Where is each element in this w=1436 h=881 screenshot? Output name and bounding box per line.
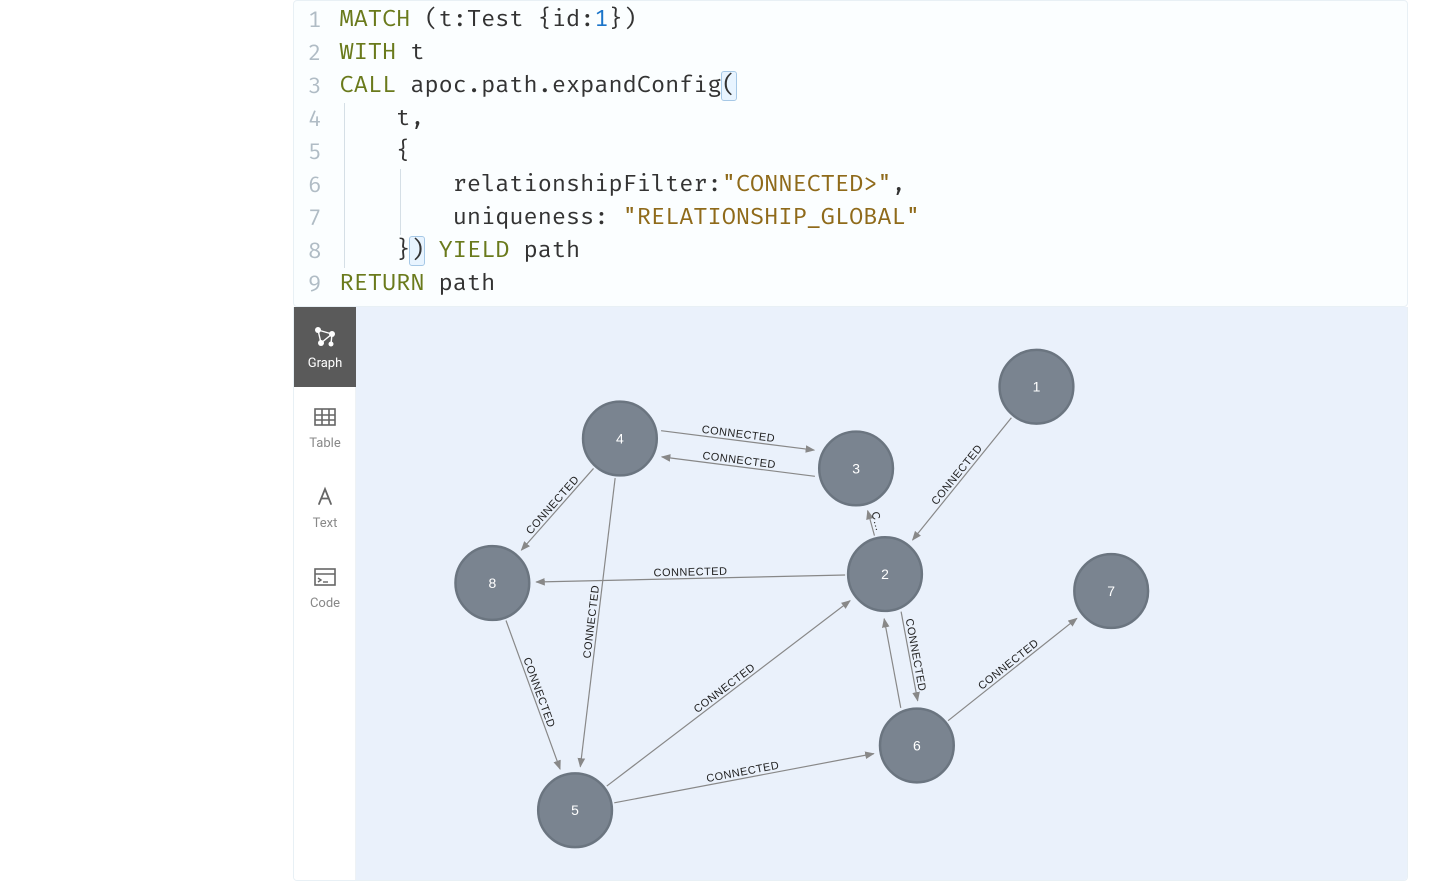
tab-code[interactable]: Code xyxy=(294,547,356,627)
graph-icon xyxy=(312,324,338,350)
graph-edge-label: CONNECTED xyxy=(653,566,727,580)
graph-edge-label: CONNECTED xyxy=(903,618,928,693)
result-tabs: Graph Table xyxy=(294,307,356,880)
graph-node-label: 3 xyxy=(852,460,860,476)
graph-node[interactable]: 4 xyxy=(583,402,657,476)
tab-graph-label: Graph xyxy=(308,356,343,371)
tab-table[interactable]: Table xyxy=(294,387,356,467)
graph-edge-label: CONNECTED xyxy=(702,450,777,471)
line-number-gutter: 123456789 xyxy=(294,4,340,301)
graph-edge-label: CONNECTED xyxy=(929,443,985,508)
graph-node-label: 7 xyxy=(1107,583,1115,599)
text-icon xyxy=(312,484,338,510)
graph-node-label: 2 xyxy=(881,566,889,582)
graph-edge[interactable] xyxy=(884,619,901,708)
graph-node[interactable]: 1 xyxy=(1000,350,1074,424)
tab-table-label: Table xyxy=(309,436,340,451)
graph-edge-label: CONNECTED xyxy=(705,760,780,786)
code-icon xyxy=(312,564,338,590)
graph-node[interactable]: 7 xyxy=(1074,554,1148,628)
graph-edge-label: CONNECTED xyxy=(976,637,1041,692)
result-panel: Graph Table xyxy=(293,307,1408,881)
tab-text-label: Text xyxy=(313,516,338,531)
graph-node[interactable]: 5 xyxy=(538,773,612,847)
table-icon xyxy=(312,404,338,430)
graph-node-label: 5 xyxy=(571,802,579,818)
graph-node-label: 6 xyxy=(913,737,921,753)
graph-node-label: 4 xyxy=(616,431,624,447)
graph-edge-label: CONNECTED xyxy=(520,656,557,730)
code-content[interactable]: MATCH (t:Test {id:1})WITH tCALL apoc.pat… xyxy=(340,4,1407,301)
graph-node-label: 8 xyxy=(488,575,496,591)
graph-node[interactable]: 8 xyxy=(455,546,529,620)
graph-node[interactable]: 6 xyxy=(880,709,954,783)
graph-edge-label: CONNECTED xyxy=(581,584,602,659)
tab-code-label: Code xyxy=(310,596,340,611)
graph-edge-label: CONNECTED xyxy=(524,474,582,537)
code-editor[interactable]: 123456789 MATCH (t:Test {id:1})WITH tCAL… xyxy=(293,0,1408,307)
graph-visualization[interactable]: CONNECTED C… CONNECTED CONNECTED CONNECTED CO… xyxy=(356,307,1407,880)
graph-node[interactable]: 2 xyxy=(848,537,922,611)
graph-edge-label: CONNECTED xyxy=(701,424,776,445)
graph-edge-label: CONNECTED xyxy=(692,661,758,715)
tab-text[interactable]: Text xyxy=(294,467,356,547)
graph-node-label: 1 xyxy=(1033,379,1041,395)
graph-node[interactable]: 3 xyxy=(819,432,893,506)
graph-edge-label: C… xyxy=(868,510,885,532)
tab-graph[interactable]: Graph xyxy=(294,307,356,387)
